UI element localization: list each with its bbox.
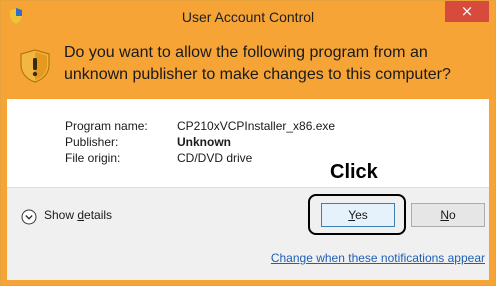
file-origin-value: CD/DVD drive — [177, 151, 253, 165]
program-name-value: CP210xVCPInstaller_x86.exe — [177, 119, 336, 133]
title-bar: User Account Control × — [1, 1, 495, 33]
program-name-label: Program name: — [65, 119, 148, 133]
dialog-footer: Show details Yes No Change when these no… — [7, 187, 489, 280]
close-button[interactable]: × — [445, 1, 489, 22]
program-info: Program name: CP210xVCPInstaller_x86.exe… — [7, 99, 489, 187]
change-notifications-link[interactable]: Change when these notifications appear — [271, 251, 485, 265]
no-button[interactable]: No — [411, 203, 485, 227]
warning-shield-icon — [20, 49, 50, 83]
yes-button[interactable]: Yes — [321, 203, 395, 227]
chevron-down-circle-icon[interactable] — [21, 209, 37, 225]
publisher-label: Publisher: — [65, 135, 119, 149]
window-title: User Account Control — [181, 9, 315, 25]
file-origin-label: File origin: — [65, 151, 121, 165]
prompt-question: Do you want to allow the following progr… — [64, 44, 451, 83]
click-annotation: Click — [330, 161, 378, 183]
dialog-header: Do you want to allow the following progr… — [7, 33, 489, 99]
close-icon: × — [460, 2, 474, 20]
uac-dialog: User Account Control × Do you want to al… — [0, 0, 496, 286]
show-details-link[interactable]: Show details — [44, 208, 112, 222]
publisher-value: Unknown — [177, 135, 231, 149]
